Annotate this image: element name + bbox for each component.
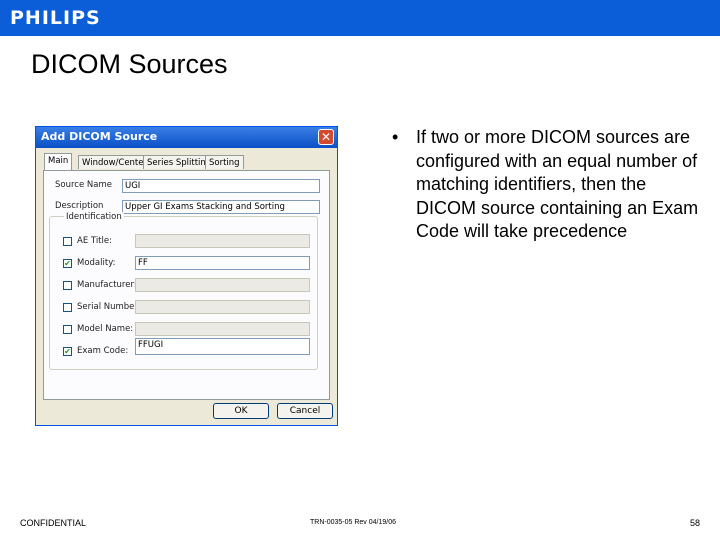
slide-title: DICOM Sources [31, 49, 228, 79]
dialog-titlebar[interactable]: Add DICOM Source ✕ [36, 127, 337, 148]
tab-sorting[interactable]: Sorting [205, 155, 244, 169]
exam-code-checkbox[interactable]: ✔ [63, 347, 72, 356]
identification-label: Identification [64, 212, 124, 222]
modality-input[interactable]: FF [135, 256, 310, 270]
modality-label: Modality: [77, 258, 116, 268]
model-name-checkbox[interactable] [63, 325, 72, 334]
close-icon[interactable]: ✕ [318, 129, 334, 145]
manufacturer-checkbox[interactable] [63, 281, 72, 290]
header-bar: PHILIPS [0, 0, 720, 36]
footer-doc-id: TRN-0035-05 Rev 04/19/06 [310, 519, 396, 526]
manufacturer-label: Manufacturer: [77, 280, 137, 290]
bullet-marker: • [392, 127, 399, 147]
source-name-label: Source Name [55, 180, 112, 190]
model-name-input[interactable] [135, 322, 310, 336]
modality-checkbox[interactable]: ✔ [63, 259, 72, 268]
description-label: Description [55, 201, 104, 211]
serial-number-input[interactable] [135, 300, 310, 314]
add-dicom-source-dialog: Add DICOM Source ✕ Main Window/Center Se… [35, 126, 338, 426]
tab-main[interactable]: Main [44, 153, 73, 170]
exam-code-input[interactable]: FFUGI [135, 338, 310, 355]
ae-title-label: AE Title: [77, 236, 112, 246]
ok-button[interactable]: OK [213, 403, 269, 419]
ae-title-input[interactable] [135, 234, 310, 248]
footer-confidential: CONFIDENTIAL [20, 518, 87, 528]
footer-page-number: 58 [690, 518, 701, 528]
philips-logo: PHILIPS [10, 7, 101, 29]
tab-window-center[interactable]: Window/Center [78, 155, 151, 169]
manufacturer-input[interactable] [135, 278, 310, 292]
description-input[interactable]: Upper GI Exams Stacking and Sorting [122, 200, 320, 214]
serial-number-checkbox[interactable] [63, 303, 72, 312]
exam-code-label: Exam Code: [77, 346, 129, 356]
serial-number-label: Serial Number: [77, 302, 141, 312]
model-name-label: Model Name: [77, 324, 134, 334]
bullet-text: If two or more DICOM sources are configu… [416, 127, 699, 241]
source-name-input[interactable]: UGI [122, 179, 320, 193]
ae-title-checkbox[interactable] [63, 237, 72, 246]
dialog-title: Add DICOM Source [41, 130, 158, 143]
cancel-button[interactable]: Cancel [277, 403, 333, 419]
